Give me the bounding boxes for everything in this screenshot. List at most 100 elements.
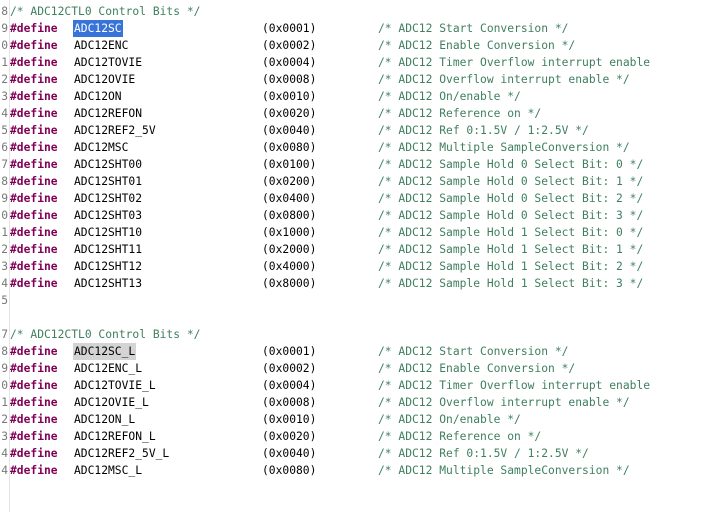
- line-number: 7: [1, 158, 8, 171]
- line-number: 3: [1, 90, 8, 103]
- define-line[interactable]: 2 #define ADC12OVIE (0x0008) /* ADC12 Overfl…: [0, 71, 704, 88]
- macro-name[interactable]: ADC12ENC: [73, 37, 129, 54]
- blank-line[interactable]: 5: [0, 292, 704, 309]
- macro-name[interactable]: ADC12ON: [73, 88, 123, 105]
- macro-name[interactable]: ADC12SHT02: [73, 190, 143, 207]
- define-line[interactable]: 6 #define ADC12MSC (0x0080) /* ADC12 Multipl…: [0, 139, 704, 156]
- define-keyword: #define: [10, 430, 58, 443]
- line-number: 4: [1, 107, 8, 120]
- macro-name[interactable]: ADC12SHT10: [73, 224, 143, 241]
- define-line[interactable]: 4 #define ADC12SHT13 (0x8000) /* ADC12 Sampl…: [0, 275, 704, 292]
- line-number: 1: [1, 56, 8, 69]
- define-line[interactable]: 4 #define ADC12REFON (0x0020) /* ADC12 Refer…: [0, 105, 704, 122]
- define-line[interactable]: 4 #define ADC12MSC_L (0x0080) /* ADC12 Multi…: [0, 462, 704, 479]
- define-keyword: #define: [10, 277, 58, 290]
- macro-name[interactable]: ADC12MSC_L: [73, 462, 143, 479]
- section-comment: /* ADC12CTL0 Control Bits */: [10, 5, 201, 18]
- define-line[interactable]: 0 #define ADC12TOVIE_L (0x0004) /* ADC12 Tim…: [0, 377, 704, 394]
- define-line[interactable]: 5 #define ADC12REF2_5V (0x0040) /* ADC12 Ref…: [0, 122, 704, 139]
- define-line[interactable]: 3 #define ADC12ON (0x0010) /* ADC12 On/enabl…: [0, 88, 704, 105]
- define-keyword: #define: [10, 413, 58, 426]
- define-line[interactable]: 1 #define ADC12SHT10 (0x1000) /* ADC12 Sampl…: [0, 224, 704, 241]
- define-keyword: #define: [10, 175, 58, 188]
- line-number: 2: [1, 73, 8, 86]
- code-editor[interactable]: 8/* ADC12CTL0 Control Bits */9 #define ADC…: [0, 0, 704, 512]
- define-line[interactable]: 0 #define ADC12SHT03 (0x0800) /* ADC12 Sampl…: [0, 207, 704, 224]
- define-line[interactable]: 9 #define ADC12SC (0x0001) /* ADC12 Start Co…: [0, 20, 704, 37]
- define-line[interactable]: 3 #define ADC12SHT12 (0x4000) /* ADC12 Sampl…: [0, 258, 704, 275]
- define-line[interactable]: 0 #define ADC12ENC (0x0002) /* ADC12 Enable …: [0, 37, 704, 54]
- define-keyword: #define: [10, 447, 58, 460]
- macro-comment: /* ADC12 Ref 0:1.5V / 1:2.5V */: [378, 447, 589, 460]
- macro-comment: /* ADC12 Sample Hold 1 Select Bit: 3 */: [378, 277, 644, 290]
- macro-name[interactable]: ADC12SC_L: [73, 343, 137, 360]
- define-keyword: #define: [10, 464, 58, 477]
- macro-comment: /* ADC12 Sample Hold 0 Select Bit: 3 */: [378, 209, 644, 222]
- macro-comment: /* ADC12 Sample Hold 0 Select Bit: 2 */: [378, 192, 644, 205]
- macro-value: (0x0800): [262, 209, 317, 222]
- macro-name[interactable]: ADC12REFON_L: [73, 428, 157, 445]
- define-line[interactable]: 4 #define ADC12REF2_5V_L (0x0040) /* ADC12 R…: [0, 445, 704, 462]
- define-keyword: #define: [10, 396, 58, 409]
- define-keyword: #define: [10, 158, 58, 171]
- macro-comment: /* ADC12 Enable Conversion */: [378, 39, 576, 52]
- macro-name[interactable]: ADC12TOVIE_L: [73, 377, 157, 394]
- macro-comment: /* ADC12 Start Conversion */: [378, 22, 569, 35]
- define-keyword: #define: [10, 56, 58, 69]
- define-keyword: #define: [10, 39, 58, 52]
- macro-name[interactable]: ADC12SHT11: [73, 241, 143, 258]
- define-line[interactable]: 8 #define ADC12SC_L (0x0001) /* ADC12 Start …: [0, 343, 704, 360]
- macro-name[interactable]: ADC12TOVIE: [73, 54, 143, 71]
- macro-value: (0x0040): [262, 124, 317, 137]
- macro-value: (0x0001): [262, 22, 317, 35]
- macro-name[interactable]: ADC12SHT01: [73, 173, 143, 190]
- macro-value: (0x0080): [262, 464, 317, 477]
- define-keyword: #define: [10, 73, 58, 86]
- macro-value: (0x0004): [262, 56, 317, 69]
- macro-name[interactable]: ADC12SHT13: [73, 275, 143, 292]
- macro-comment: /* ADC12 Overflow interrupt enable */: [378, 73, 630, 86]
- define-line[interactable]: 1 #define ADC12TOVIE (0x0004) /* ADC12 Timer…: [0, 54, 704, 71]
- macro-name[interactable]: ADC12ENC_L: [73, 360, 143, 377]
- line-number: 2: [1, 413, 8, 426]
- macro-name[interactable]: ADC12SHT00: [73, 156, 143, 173]
- macro-name[interactable]: ADC12OVIE_L: [73, 394, 150, 411]
- define-line[interactable]: 9 #define ADC12ENC_L (0x0002) /* ADC12 Enabl…: [0, 360, 704, 377]
- macro-comment: /* ADC12 On/enable */: [378, 90, 521, 103]
- macro-value: (0x0020): [262, 107, 317, 120]
- comment-header-line[interactable]: 7/* ADC12CTL0 Control Bits */: [0, 326, 704, 343]
- define-line[interactable]: 9 #define ADC12SHT02 (0x0400) /* ADC12 Sampl…: [0, 190, 704, 207]
- macro-name[interactable]: ADC12SC: [73, 20, 123, 37]
- comment-header-line[interactable]: 8/* ADC12CTL0 Control Bits */: [0, 3, 704, 20]
- macro-comment: /* ADC12 Sample Hold 1 Select Bit: 0 */: [378, 226, 644, 239]
- macro-value: (0x4000): [262, 260, 317, 273]
- define-line[interactable]: 7 #define ADC12SHT00 (0x0100) /* ADC12 Sampl…: [0, 156, 704, 173]
- define-keyword: #define: [10, 22, 58, 35]
- macro-comment: /* ADC12 On/enable */: [378, 413, 521, 426]
- define-line[interactable]: 2 #define ADC12SHT11 (0x2000) /* ADC12 Sampl…: [0, 241, 704, 258]
- define-keyword: #define: [10, 192, 58, 205]
- macro-name[interactable]: ADC12REF2_5V: [73, 122, 157, 139]
- define-line[interactable]: 2 #define ADC12ON_L (0x0010) /* ADC12 On/ena…: [0, 411, 704, 428]
- line-number: 3: [1, 430, 8, 443]
- macro-value: (0x0020): [262, 430, 317, 443]
- define-line[interactable]: 8 #define ADC12SHT01 (0x0200) /* ADC12 Sampl…: [0, 173, 704, 190]
- macro-name[interactable]: ADC12MSC: [73, 139, 129, 156]
- macro-comment: /* ADC12 Sample Hold 0 Select Bit: 0 */: [378, 158, 644, 171]
- macro-comment: /* ADC12 Reference on */: [378, 107, 542, 120]
- macro-name[interactable]: ADC12OVIE: [73, 71, 136, 88]
- macro-value: (0x0002): [262, 362, 317, 375]
- macro-comment: /* ADC12 Reference on */: [378, 430, 542, 443]
- macro-value: (0x0010): [262, 90, 317, 103]
- macro-name[interactable]: ADC12SHT12: [73, 258, 143, 275]
- macro-value: (0x0200): [262, 175, 317, 188]
- macro-name[interactable]: ADC12REF2_5V_L: [73, 445, 170, 462]
- macro-name[interactable]: ADC12REFON: [73, 105, 143, 122]
- macro-name[interactable]: ADC12ON_L: [73, 411, 136, 428]
- define-line[interactable]: 1 #define ADC12OVIE_L (0x0008) /* ADC12 Over…: [0, 394, 704, 411]
- line-number: 3: [1, 260, 8, 273]
- macro-name[interactable]: ADC12SHT03: [73, 207, 143, 224]
- line-number: 1: [1, 396, 8, 409]
- define-keyword: #define: [10, 362, 58, 375]
- define-line[interactable]: 3 #define ADC12REFON_L (0x0020) /* ADC12 Ref…: [0, 428, 704, 445]
